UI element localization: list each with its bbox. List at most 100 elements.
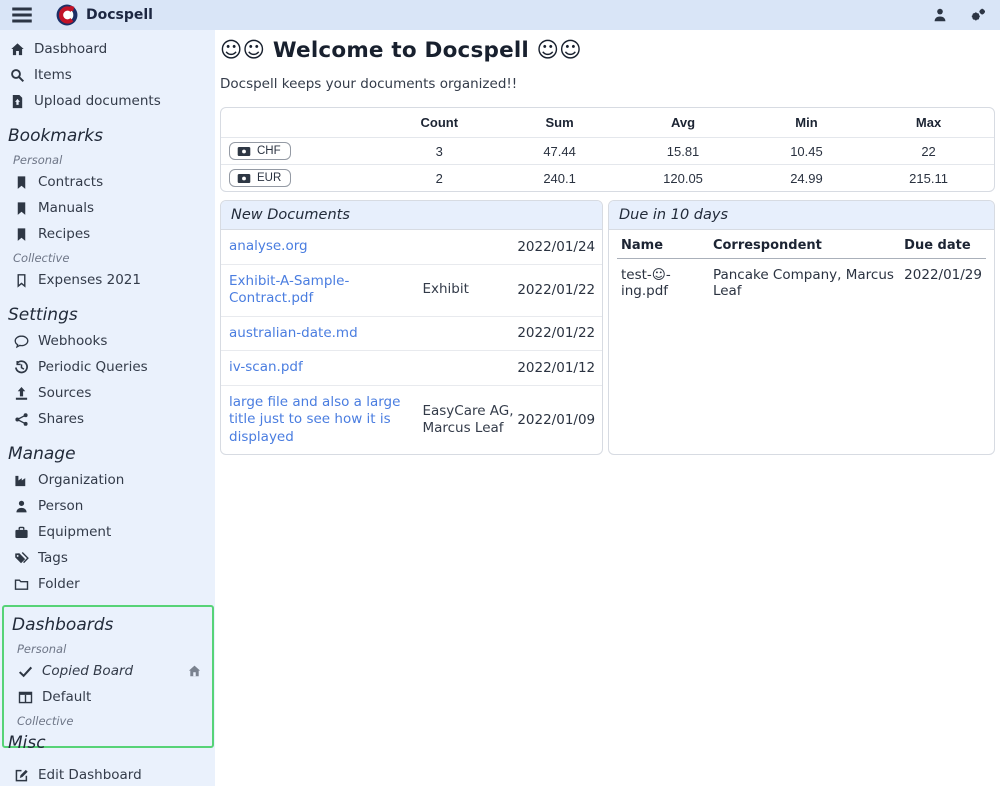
document-link[interactable]: analyse.org: [229, 238, 422, 256]
sidebar-item-folder[interactable]: Folder: [0, 571, 215, 597]
stats-cell: 10.45: [750, 138, 863, 165]
page-subtitle: Docspell keeps your documents organized!…: [220, 76, 995, 92]
table-columns-icon: [18, 690, 33, 705]
sidebar-item-manuals[interactable]: Manuals: [0, 195, 215, 221]
sidebar-item-equipment[interactable]: Equipment: [0, 519, 215, 545]
search-icon: [10, 68, 25, 83]
default-dashboard-home-icon[interactable]: [187, 664, 202, 678]
group-label-personal: Personal: [4, 638, 212, 658]
sidebar-item-periodic-queries[interactable]: Periodic Queries: [0, 354, 215, 380]
currency-badge-eur[interactable]: EUR: [229, 169, 291, 187]
stats-header-avg: Avg: [616, 108, 750, 138]
sidebar-item-label: Tags: [38, 550, 68, 566]
upload-icon: [14, 386, 29, 401]
document-row: large file and also a large title just t…: [221, 385, 602, 455]
section-title-misc: Misc: [8, 733, 207, 753]
bookmark-icon: [14, 201, 29, 216]
sidebar-item-contracts[interactable]: Contracts: [0, 169, 215, 195]
bookmark-outline-icon: [14, 273, 29, 288]
sidebar-item-label: Person: [38, 498, 83, 514]
sidebar-item-label: Copied Board: [42, 663, 133, 679]
sidebar-item-shares[interactable]: Shares: [0, 406, 215, 432]
currency-badge-chf[interactable]: CHF: [229, 142, 291, 160]
new-documents-title: New Documents: [221, 201, 602, 230]
due-panel-title: Due in 10 days: [609, 201, 994, 230]
sidebar-item-label: Edit Dashboard: [38, 767, 142, 783]
document-link[interactable]: australian-date.md: [229, 325, 422, 343]
document-date: 2022/01/22: [517, 325, 595, 341]
gears-icon[interactable]: [970, 7, 986, 23]
bookmark-icon: [14, 227, 29, 242]
stats-cell: 47.44: [503, 138, 616, 165]
sidebar-item-label: Dasbhoard: [34, 41, 107, 57]
sidebar-item-label: Recipes: [38, 226, 90, 242]
folder-icon: [14, 577, 29, 592]
section-title-settings: Settings: [8, 305, 207, 325]
due-date: 2022/01/29: [900, 259, 986, 308]
document-link[interactable]: iv-scan.pdf: [229, 359, 422, 377]
sidebar-item-label: Shares: [38, 411, 84, 427]
document-info: Exhibit: [422, 281, 517, 299]
stats-row-chf: CHF 3 47.44 15.81 10.45 22: [221, 138, 994, 165]
pen-square-icon: [14, 768, 29, 783]
sidebar-item-organization[interactable]: Organization: [0, 467, 215, 493]
sidebar-item-label: Contracts: [38, 174, 103, 190]
docspell-logo-icon[interactable]: [56, 4, 78, 26]
currency-label: CHF: [257, 145, 281, 157]
sidebar-item-upload-documents[interactable]: Upload documents: [0, 88, 215, 114]
stats-cell: 2: [376, 165, 503, 192]
sidebar-item-tags[interactable]: Tags: [0, 545, 215, 571]
stats-row-eur: EUR 2 240.1 120.05 24.99 215.11: [221, 165, 994, 192]
check-icon: [18, 664, 33, 679]
sidebar-item-dashboard[interactable]: Dasbhoard: [0, 36, 215, 62]
document-link[interactable]: Exhibit-A-Sample-Contract.pdf: [229, 273, 422, 308]
group-label-collective: Collective: [0, 247, 215, 267]
sidebar-item-person[interactable]: Person: [0, 493, 215, 519]
sidebar-item-label: Expenses 2021: [38, 272, 141, 288]
sidebar-item-items[interactable]: Items: [0, 62, 215, 88]
sidebar-item-label: Manuals: [38, 200, 94, 216]
sidebar-item-default-board[interactable]: Default: [4, 684, 212, 710]
document-row: Exhibit-A-Sample-Contract.pdf Exhibit 20…: [221, 264, 602, 316]
industry-icon: [14, 473, 29, 488]
due-table: Name Correspondent Due date test-☺-ing.p…: [617, 232, 986, 307]
app-title: Docspell: [86, 7, 153, 23]
document-info: EasyCare AG, Marcus Leaf: [422, 403, 517, 438]
sidebar-item-sources[interactable]: Sources: [0, 380, 215, 406]
document-date: 2022/01/24: [517, 239, 595, 255]
stats-panel: Count Sum Avg Min Max CHF: [220, 107, 995, 192]
group-label-collective: Collective: [4, 710, 212, 730]
document-link[interactable]: large file and also a large title just t…: [229, 394, 422, 447]
sidebar: Dasbhoard Items Upload documents Bookmar…: [0, 30, 215, 786]
stats-table: Count Sum Avg Min Max CHF: [221, 108, 994, 191]
sidebar-item-expenses-2021[interactable]: Expenses 2021: [0, 267, 215, 293]
comment-icon: [14, 334, 29, 349]
sidebar-item-webhooks[interactable]: Webhooks: [0, 328, 215, 354]
document-date: 2022/01/22: [517, 282, 595, 298]
sidebar-item-label: Upload documents: [34, 93, 161, 109]
sidebar-item-label: Equipment: [38, 524, 111, 540]
due-header-name: Name: [617, 232, 709, 259]
stats-header-min: Min: [750, 108, 863, 138]
document-date: 2022/01/12: [517, 360, 595, 376]
section-title-bookmarks: Bookmarks: [8, 126, 207, 146]
due-document-link[interactable]: test-☺-ing.pdf: [617, 259, 709, 308]
top-navbar: Docspell: [0, 0, 1000, 30]
section-title-dashboards: Dashboards: [12, 615, 204, 635]
sidebar-item-edit-dashboard[interactable]: Edit Dashboard: [0, 762, 215, 786]
sidebar-item-label: Organization: [38, 472, 124, 488]
section-title-manage: Manage: [8, 444, 207, 464]
document-row: australian-date.md 2022/01/22: [221, 316, 602, 351]
currency-label: EUR: [257, 172, 281, 184]
main-content: ☺☺ Welcome to Docspell ☺☺ Docspell keeps…: [215, 30, 1000, 786]
sidebar-item-recipes[interactable]: Recipes: [0, 221, 215, 247]
sidebar-item-label: Folder: [38, 576, 80, 592]
bookmark-icon: [14, 175, 29, 190]
sidebar-item-label: Sources: [38, 385, 91, 401]
sidebar-item-label: Default: [42, 689, 91, 705]
menu-button[interactable]: [10, 4, 34, 26]
document-date: 2022/01/09: [517, 412, 595, 428]
sidebar-item-label: Items: [34, 67, 72, 83]
user-icon[interactable]: [932, 7, 948, 23]
sidebar-item-copied-board[interactable]: Copied Board: [4, 658, 212, 684]
